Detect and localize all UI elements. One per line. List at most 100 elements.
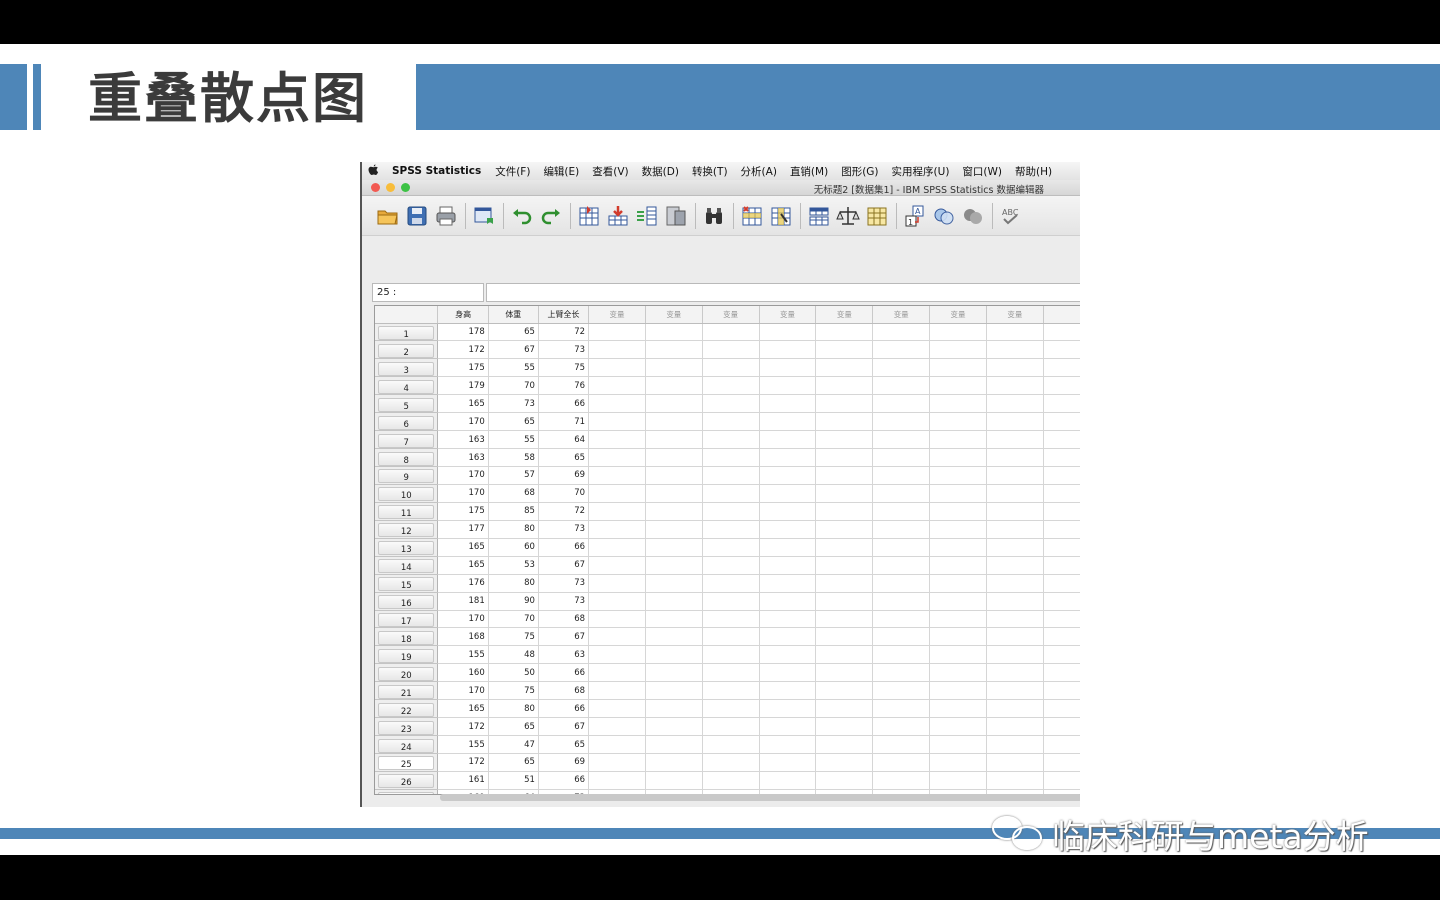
empty-cell[interactable] bbox=[759, 538, 817, 557]
data-cell[interactable]: 165 bbox=[437, 699, 489, 719]
zoom-window-button[interactable] bbox=[401, 183, 410, 192]
data-cell[interactable]: 75 bbox=[488, 627, 539, 647]
row-number[interactable]: 10 bbox=[375, 484, 439, 503]
empty-cell[interactable] bbox=[929, 771, 987, 790]
empty-cell[interactable] bbox=[702, 610, 760, 629]
row-number[interactable]: 13 bbox=[375, 538, 439, 557]
empty-cell[interactable] bbox=[872, 681, 931, 701]
empty-cell[interactable] bbox=[759, 610, 817, 629]
empty-cell[interactable] bbox=[929, 323, 987, 342]
empty-cell[interactable] bbox=[645, 412, 703, 432]
data-cell[interactable]: 69 bbox=[538, 466, 590, 485]
empty-cell[interactable] bbox=[815, 448, 874, 467]
data-cell[interactable]: 73 bbox=[538, 340, 590, 360]
data-cell[interactable]: 65 bbox=[488, 323, 539, 342]
empty-cell[interactable] bbox=[872, 376, 931, 396]
empty-cell[interactable] bbox=[815, 358, 874, 378]
empty-cell[interactable] bbox=[872, 448, 931, 467]
empty-cell[interactable] bbox=[1043, 735, 1080, 754]
empty-cell[interactable] bbox=[588, 323, 646, 342]
empty-cell[interactable] bbox=[588, 484, 646, 503]
empty-cell[interactable] bbox=[929, 448, 987, 467]
data-cell[interactable]: 47 bbox=[488, 735, 539, 754]
empty-cell[interactable] bbox=[872, 592, 931, 611]
data-cell[interactable]: 76 bbox=[538, 376, 590, 396]
empty-cell[interactable] bbox=[588, 610, 646, 629]
data-cell[interactable]: 179 bbox=[437, 376, 489, 396]
empty-cell[interactable] bbox=[872, 556, 931, 575]
data-cell[interactable]: 75 bbox=[538, 358, 590, 378]
data-cell[interactable]: 80 bbox=[488, 520, 539, 539]
row-number[interactable]: 11 bbox=[375, 502, 439, 521]
data-cell[interactable]: 75 bbox=[488, 681, 539, 701]
empty-cell[interactable] bbox=[645, 323, 703, 342]
row-number[interactable]: 8 bbox=[375, 448, 439, 467]
empty-cell[interactable] bbox=[588, 358, 646, 378]
empty-cell[interactable] bbox=[1043, 448, 1080, 467]
select-cases-icon[interactable] bbox=[865, 204, 889, 228]
empty-cell[interactable] bbox=[1043, 681, 1080, 701]
empty-cell[interactable] bbox=[872, 663, 931, 683]
empty-cell[interactable] bbox=[702, 412, 760, 432]
empty-cell[interactable] bbox=[815, 627, 874, 647]
find-icon[interactable] bbox=[702, 204, 726, 228]
empty-cell[interactable] bbox=[759, 681, 817, 701]
empty-cell[interactable] bbox=[872, 610, 931, 629]
empty-cell[interactable] bbox=[702, 502, 760, 521]
row-number[interactable]: 27 bbox=[375, 789, 439, 794]
empty-cell[interactable] bbox=[645, 627, 703, 647]
data-cell[interactable]: 60 bbox=[488, 538, 539, 557]
empty-cell[interactable] bbox=[929, 520, 987, 539]
empty-cell[interactable] bbox=[759, 430, 817, 450]
empty-cell[interactable] bbox=[986, 466, 1044, 485]
empty-cell[interactable] bbox=[929, 627, 987, 647]
row-number[interactable]: 4 bbox=[375, 376, 439, 396]
empty-cell[interactable] bbox=[759, 627, 817, 647]
empty-cell[interactable] bbox=[929, 484, 987, 503]
empty-cell[interactable] bbox=[929, 538, 987, 557]
empty-cell[interactable] bbox=[588, 574, 646, 593]
empty-cell[interactable] bbox=[872, 520, 931, 539]
empty-cell[interactable] bbox=[645, 358, 703, 378]
minimize-window-button[interactable] bbox=[386, 183, 395, 192]
row-number[interactable]: 2 bbox=[375, 340, 439, 360]
empty-cell[interactable] bbox=[1043, 358, 1080, 378]
empty-cell[interactable] bbox=[815, 753, 874, 772]
menu-graphs[interactable]: 图形(G) bbox=[841, 164, 878, 179]
empty-cell[interactable] bbox=[1043, 699, 1080, 719]
empty-variable-header[interactable]: 变量 bbox=[645, 306, 703, 324]
data-cell[interactable]: 69 bbox=[538, 753, 590, 772]
empty-cell[interactable] bbox=[872, 627, 931, 647]
run-descriptives-icon[interactable] bbox=[664, 204, 688, 228]
empty-cell[interactable] bbox=[588, 663, 646, 683]
row-number[interactable]: 17 bbox=[375, 610, 439, 629]
empty-cell[interactable] bbox=[986, 753, 1044, 772]
data-cell[interactable]: 170 bbox=[437, 610, 489, 629]
empty-cell[interactable] bbox=[872, 358, 931, 378]
empty-cell[interactable] bbox=[702, 663, 760, 683]
empty-cell[interactable] bbox=[702, 376, 760, 396]
data-cell[interactable]: 165 bbox=[437, 556, 489, 575]
empty-cell[interactable] bbox=[759, 592, 817, 611]
data-cell[interactable]: 66 bbox=[538, 771, 590, 790]
split-file-icon[interactable] bbox=[807, 204, 831, 228]
menu-help[interactable]: 帮助(H) bbox=[1015, 164, 1052, 179]
empty-cell[interactable] bbox=[986, 681, 1044, 701]
empty-cell[interactable] bbox=[986, 323, 1044, 342]
empty-cell[interactable] bbox=[759, 376, 817, 396]
data-cell[interactable]: 168 bbox=[437, 627, 489, 647]
data-cell[interactable]: 57 bbox=[488, 466, 539, 485]
empty-cell[interactable] bbox=[929, 340, 987, 360]
data-cell[interactable]: 70 bbox=[488, 610, 539, 629]
row-number[interactable]: 23 bbox=[375, 717, 439, 737]
empty-cell[interactable] bbox=[645, 430, 703, 450]
empty-cell[interactable] bbox=[645, 663, 703, 683]
empty-cell[interactable] bbox=[702, 323, 760, 342]
empty-cell[interactable] bbox=[872, 735, 931, 754]
empty-cell[interactable] bbox=[872, 484, 931, 503]
row-number[interactable]: 5 bbox=[375, 394, 439, 414]
empty-cell[interactable] bbox=[986, 771, 1044, 790]
empty-cell[interactable] bbox=[986, 663, 1044, 683]
empty-cell[interactable] bbox=[815, 735, 874, 754]
data-cell[interactable]: 68 bbox=[538, 610, 590, 629]
